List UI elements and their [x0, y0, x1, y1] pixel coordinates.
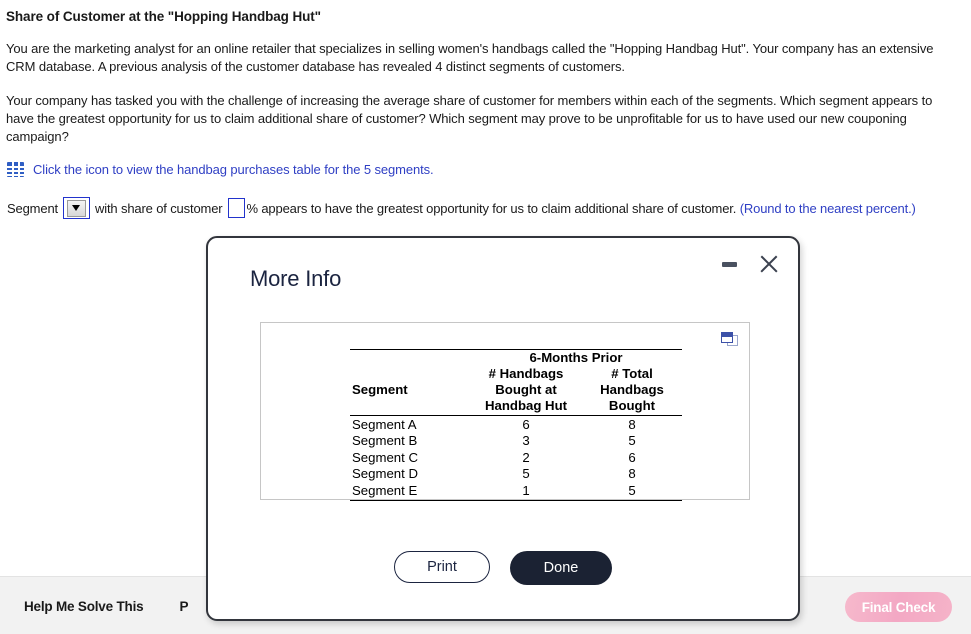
table-row: Segment D 5 8	[350, 466, 682, 483]
cell-total-bought: 5	[628, 433, 636, 448]
cell-total-bought: 6	[628, 449, 636, 465]
cell-bought-at-hut: 1	[470, 482, 582, 501]
help-me-solve-this-button[interactable]: Help Me Solve This	[24, 599, 144, 614]
final-check-button[interactable]: Final Check	[845, 592, 952, 622]
table-link-row[interactable]: Click the icon to view the handbag purch…	[7, 162, 961, 177]
secondary-toolbar-button[interactable]: P	[179, 599, 188, 614]
cell-segment: Segment A	[352, 416, 417, 432]
table-row: Segment B 3 5	[350, 433, 682, 450]
header-spacer-3	[350, 398, 470, 416]
table-header-line-3: Handbag Hut Bought	[350, 398, 682, 416]
cell-segment: Segment D	[352, 466, 418, 481]
answer-mid-text: with share of customer	[94, 200, 223, 216]
header-total-line-2: Handbags	[600, 382, 664, 397]
cell-total-bought: 8	[628, 416, 636, 432]
cell-bought-at-hut: 3	[522, 433, 530, 448]
done-button[interactable]: Done	[510, 551, 612, 585]
page-title: Share of Customer at the "Hopping Handba…	[6, 9, 321, 24]
percent-symbol: %	[246, 200, 258, 216]
answer-lead-text: Segment	[7, 200, 58, 216]
handbag-purchases-table: 6-Months Prior # Handbags # Total Segmen…	[350, 349, 682, 501]
cell-segment: Segment C	[352, 449, 418, 465]
minimize-icon[interactable]	[716, 251, 742, 277]
group-header-6-months-prior: 6-Months Prior	[470, 349, 682, 366]
header-total-line-3: Bought	[582, 398, 682, 416]
problem-pane: Share of Customer at the "Hopping Handba…	[0, 0, 971, 219]
table-row: Segment C 2 6	[350, 449, 682, 466]
chevron-down-icon	[72, 205, 81, 211]
problem-paragraph-1: You are the marketing analyst for an onl…	[6, 41, 934, 74]
handbag-purchases-panel: 6-Months Prior # Handbags # Total Segmen…	[260, 322, 750, 501]
dropdown-button[interactable]	[66, 199, 86, 217]
table-group-header-row: 6-Months Prior	[350, 349, 682, 366]
header-handbags-line-2: Bought at	[495, 382, 557, 397]
group-header-spacer	[350, 349, 470, 366]
answer-sentence: Segment with share of customer % appears…	[7, 197, 961, 219]
table-header-line-2: Segment Bought at Handbags	[350, 382, 682, 398]
print-button[interactable]: Print	[394, 551, 490, 583]
close-icon[interactable]	[756, 251, 782, 277]
problem-paragraph-2: Your company has tasked you with the cha…	[6, 93, 933, 144]
header-total-line-1: # Total	[611, 366, 653, 381]
answer-tail-text: appears to have the greatest opportunity…	[257, 200, 740, 216]
header-handbags-line-1: # Handbags	[488, 366, 564, 381]
rounding-note: (Round to the nearest percent.)	[739, 200, 916, 216]
window-controls	[716, 251, 782, 277]
duplicate-window-icon[interactable]	[721, 332, 738, 347]
cell-bought-at-hut: 6	[522, 416, 530, 432]
header-handbags-line-3: Handbag Hut	[470, 398, 582, 416]
table-link-label[interactable]: Click the icon to view the handbag purch…	[33, 162, 434, 177]
table-body: Segment A 6 8 Segment B 3 5 Segment C 2 6 Segment…	[350, 416, 682, 501]
more-info-dialog: More Info 6-Months Prior # Handbags # To…	[206, 236, 800, 621]
header-spacer-1	[350, 366, 470, 382]
share-percent-input[interactable]	[228, 198, 246, 218]
header-segment: Segment	[352, 382, 408, 397]
exercise-page: Share of Customer at the "Hopping Handba…	[0, 0, 971, 634]
cell-segment: Segment B	[352, 433, 418, 448]
cell-bought-at-hut: 2	[522, 449, 530, 465]
table-row: Segment E15	[350, 482, 682, 501]
table-row: Segment A 6 8	[350, 416, 682, 433]
segment-dropdown[interactable]	[62, 197, 90, 219]
table-grid-icon[interactable]	[7, 162, 24, 177]
cell-segment: Segment E	[350, 482, 470, 501]
table-header-line-1: # Handbags # Total	[350, 366, 682, 382]
dialog-title: More Info	[250, 266, 342, 291]
toolbar-links: Help Me Solve This P	[24, 577, 188, 634]
cell-total-bought: 8	[628, 466, 636, 481]
cell-total-bought: 5	[582, 482, 682, 501]
cell-bought-at-hut: 5	[522, 466, 530, 481]
dialog-actions: Print Done	[208, 551, 798, 585]
